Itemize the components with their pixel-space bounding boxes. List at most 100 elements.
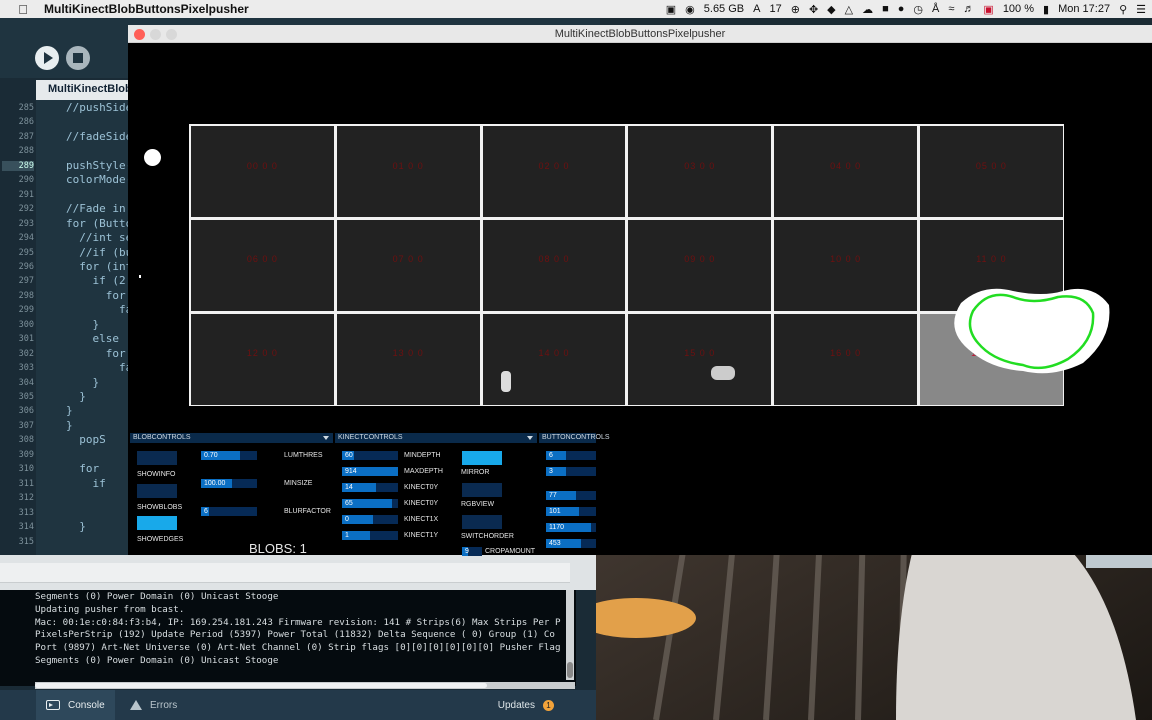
button-controls-header[interactable]: BUTTONCONTROLS <box>539 433 610 443</box>
console-tab-label: Console <box>68 699 105 711</box>
slider-value: 1170 <box>549 524 565 531</box>
flag-icon[interactable]: ▣ <box>983 3 993 16</box>
slider[interactable]: 3 <box>546 467 596 476</box>
grid-button[interactable]: 16 0 0 <box>774 313 917 405</box>
line-number: 313 <box>18 507 34 518</box>
grid-button-label: 01 0 0 <box>392 160 424 171</box>
slider[interactable]: 6 <box>546 451 596 460</box>
crop-amount-label: CROPAMOUNT <box>485 548 536 555</box>
battery-icon[interactable]: ▮ <box>1043 3 1049 16</box>
slider[interactable]: 101 <box>546 507 596 516</box>
toggle-showinfo[interactable] <box>137 451 177 465</box>
grid-button[interactable]: 00 0 0 <box>191 126 334 217</box>
grid-button[interactable]: 10 0 0 <box>774 219 917 311</box>
toggle-switchorder[interactable] <box>462 515 502 529</box>
bluetooth-icon[interactable]: Å <box>932 3 939 15</box>
code-line: //fadeSide <box>66 129 133 143</box>
cloud-icon[interactable]: ☁ <box>862 3 873 16</box>
wifi-icon[interactable]: ≈ <box>948 3 954 15</box>
grid-button[interactable]: 05 0 0 <box>920 126 1063 217</box>
drive-icon[interactable]: △ <box>845 3 853 16</box>
clock[interactable]: Mon 17:27 <box>1058 3 1110 15</box>
zoom-window-button[interactable] <box>166 29 177 40</box>
run-button[interactable] <box>35 46 59 70</box>
button-controls-title: BUTTONCONTROLS <box>542 434 610 441</box>
stop-button[interactable] <box>66 46 90 70</box>
slider[interactable]: 100.00 <box>201 479 257 488</box>
console-vertical-scroll-thumb[interactable] <box>567 662 573 678</box>
slider[interactable]: 9 <box>462 547 482 556</box>
grid-button[interactable]: 15 0 0 <box>628 313 772 405</box>
console-line: Mac: 00:1e:c0:84:f3:b4, IP: 169.254.181.… <box>35 616 561 628</box>
slider[interactable]: 1 <box>342 531 398 540</box>
toggle-showedges[interactable] <box>137 516 177 530</box>
battery-percent[interactable]: 100 % <box>1003 3 1034 15</box>
console-horizontal-scroll-thumb[interactable] <box>35 683 487 688</box>
console-output[interactable]: Segments (0) Power Domain (0) Unicast St… <box>0 590 576 686</box>
grid-button[interactable]: 07 0 0 <box>336 219 480 311</box>
errors-tab[interactable]: Errors <box>120 690 187 720</box>
grid-button-label: 12 0 0 <box>246 348 278 359</box>
time-machine-icon[interactable]: ◷ <box>913 3 923 16</box>
target-icon[interactable]: ⊕ <box>791 3 800 16</box>
close-window-button[interactable] <box>134 29 145 40</box>
toggle-rgbview[interactable] <box>462 483 502 497</box>
slider-value: 60 <box>345 452 353 459</box>
grid-button[interactable]: 12 0 0 <box>191 313 334 405</box>
updates-button[interactable]: Updates 1 <box>488 690 564 720</box>
menu-app-name[interactable]: MultiKinectBlobButtonsPixelpusher <box>44 2 249 16</box>
toggle-showblobs[interactable] <box>137 484 177 498</box>
slider-label: MAXDEPTH <box>404 468 443 475</box>
slider-value: 0 <box>345 516 349 523</box>
apple-icon[interactable]:  <box>12 2 34 17</box>
collapse-arrow-icon[interactable] <box>527 436 533 440</box>
code-editor[interactable]: //pushSide //fadeSide pushStyle(colorMode(… <box>36 100 136 555</box>
grid-button[interactable]: 04 0 0 <box>774 126 917 217</box>
crosshair-icon[interactable]: ✥ <box>809 3 818 16</box>
blob-controls-header[interactable]: BLOBCONTROLS <box>130 433 333 443</box>
memory-readout[interactable]: 5.65 GB <box>704 3 744 15</box>
grid-button[interactable]: 08 0 0 <box>482 219 626 311</box>
slider[interactable]: 60 <box>342 451 398 460</box>
console-tab[interactable]: Console <box>36 690 115 720</box>
sketch-tab[interactable]: MultiKinectBlobButtonsPixelpusher <box>36 80 136 100</box>
sketch-titlebar[interactable]: MultiKinectBlobButtonsPixelpusher <box>128 25 1152 43</box>
spotlight-search-icon[interactable]: ⚲ <box>1119 3 1127 16</box>
adobe-icon[interactable]: A <box>753 3 760 15</box>
evernote-icon[interactable]: ■ <box>882 3 889 15</box>
code-line: for <box>66 462 100 476</box>
skype-icon[interactable]: ● <box>898 3 905 15</box>
line-number: 297 <box>18 276 34 287</box>
collapse-arrow-icon[interactable] <box>323 436 329 440</box>
grid-button[interactable]: 09 0 0 <box>628 219 772 311</box>
notification-center-icon[interactable]: ☰ <box>1136 3 1146 16</box>
slider[interactable]: 914 <box>342 467 398 476</box>
slider[interactable]: 453 <box>546 539 596 548</box>
volume-icon[interactable]: ♬ <box>963 3 974 15</box>
slider[interactable]: 1170 <box>546 523 596 532</box>
grid-button[interactable]: 02 0 0 <box>482 126 626 217</box>
screen-record-icon[interactable]: ▣ <box>666 3 676 16</box>
slider[interactable]: 65 <box>342 499 398 508</box>
grid-button-label: 03 0 0 <box>684 160 716 171</box>
adobe-count[interactable]: 17 <box>769 3 781 15</box>
dropbox-icon[interactable]: ◆ <box>827 3 835 16</box>
minimize-window-button[interactable] <box>150 29 161 40</box>
slider[interactable]: 14 <box>342 483 398 492</box>
grid-button[interactable]: 03 0 0 <box>628 126 772 217</box>
line-number: 295 <box>18 247 34 258</box>
console-divider[interactable] <box>0 555 600 590</box>
slider[interactable]: 77 <box>546 491 596 500</box>
toggle-mirror[interactable] <box>462 451 502 465</box>
slider[interactable]: 0 <box>342 515 398 524</box>
slider-value: 1 <box>345 532 349 539</box>
grid-button[interactable]: 13 0 0 <box>336 313 480 405</box>
grid-button[interactable]: 01 0 0 <box>336 126 480 217</box>
slider[interactable]: 0.70 <box>201 451 257 460</box>
line-number: 292 <box>18 204 34 215</box>
slider[interactable]: 6 <box>201 507 257 516</box>
grid-button[interactable]: 06 0 0 <box>191 219 334 311</box>
message-area <box>0 563 570 583</box>
memory-icon[interactable]: ◉ <box>685 3 695 16</box>
kinect-controls-header[interactable]: KINECTCONTROLS <box>335 433 537 443</box>
